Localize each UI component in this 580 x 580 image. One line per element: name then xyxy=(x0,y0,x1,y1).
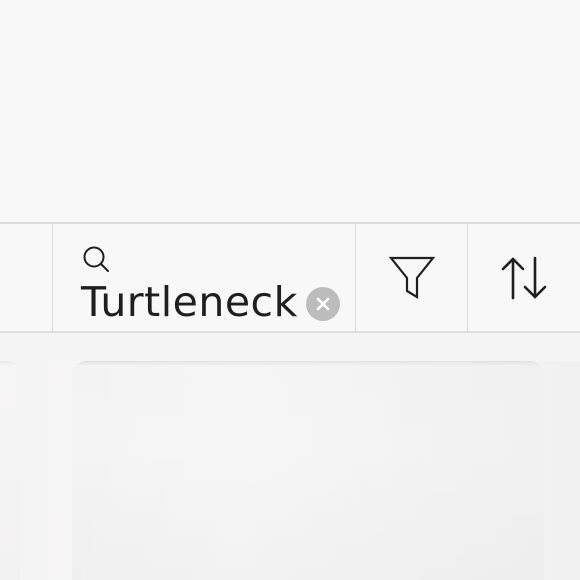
sort-icon xyxy=(501,256,547,299)
result-card-partial[interactable] xyxy=(0,361,20,580)
clear-icon xyxy=(316,297,330,311)
toolbar-left-cell xyxy=(0,224,53,331)
page: Turtleneck xyxy=(0,0,580,580)
sort-button[interactable] xyxy=(468,224,580,331)
clear-search-button[interactable] xyxy=(306,287,340,321)
search-field[interactable]: Turtleneck xyxy=(53,224,356,331)
filter-icon xyxy=(388,256,435,299)
search-icon xyxy=(83,246,109,272)
search-toolbar: Turtleneck xyxy=(0,222,580,333)
filter-button[interactable] xyxy=(356,224,468,331)
search-input[interactable]: Turtleneck xyxy=(81,278,298,326)
result-card[interactable] xyxy=(72,361,544,580)
header-area xyxy=(0,0,580,222)
